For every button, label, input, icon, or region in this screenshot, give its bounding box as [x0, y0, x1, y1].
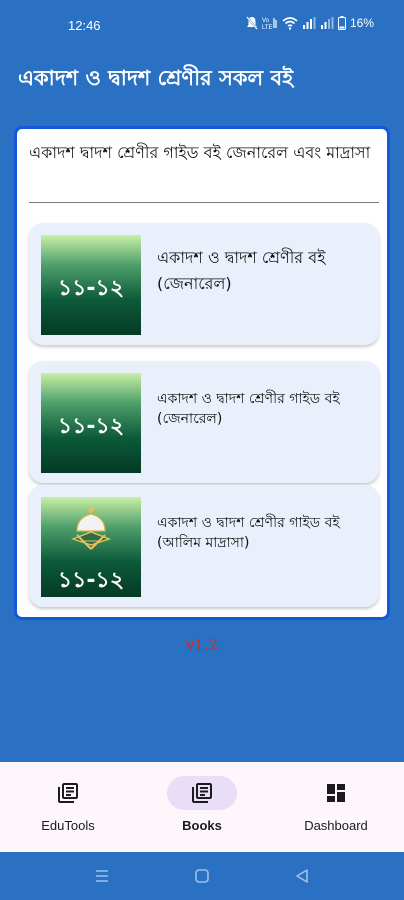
nav-label: Dashboard — [304, 818, 368, 833]
book-item-general-guides[interactable]: ১১-১২ একাদশ ও দ্বাদশ শ্রেণীর গাইড বই (জে… — [29, 361, 379, 483]
book-title-line1: একাদশ ও দ্বাদশ শ্রেণীর বই — [157, 248, 326, 267]
card-heading: একাদশ দ্বাদশ শ্রেণীর গাইড বই জেনারেল এবং… — [29, 143, 371, 162]
svg-text:LTE: LTE — [262, 25, 273, 30]
book-item-alim-madrasa-guides[interactable]: ১১-১২ একাদশ ও দ্বাদশ শ্রেণীর গাইড বই (আল… — [29, 485, 379, 607]
home-icon[interactable] — [192, 866, 212, 886]
divider — [29, 202, 379, 203]
status-bar: 12:46 Vo LTE 16% — [0, 0, 404, 52]
bottom-navigation: EduTools Books Dashboard — [0, 762, 404, 852]
signal-icon — [302, 16, 316, 30]
book-title-line2: (আলিম মাদ্রাসা) — [157, 535, 250, 551]
book-title: একাদশ ও দ্বাদশ শ্রেণীর গাইড বই (জেনারেল) — [157, 389, 367, 429]
book-title-line1: একাদশ ও দ্বাদশ শ্রেণীর গাইড বই — [157, 515, 340, 531]
thumbnail-label: ১১-১২ — [57, 276, 125, 301]
nav-item-edutools[interactable]: EduTools — [8, 776, 128, 846]
book-title: একাদশ ও দ্বাদশ শ্রেণীর গাইড বই (আলিম মাদ… — [157, 513, 367, 553]
book-title-line2: (জেনারেল) — [157, 274, 232, 293]
back-icon[interactable] — [292, 866, 312, 886]
status-icons: Vo LTE 16% — [246, 16, 374, 30]
battery-percent: 16% — [349, 16, 374, 30]
wifi-icon — [282, 16, 298, 30]
system-navigation-bar — [0, 852, 404, 900]
nav-item-books[interactable]: Books — [142, 776, 262, 846]
status-time: 12:46 — [68, 18, 101, 33]
mute-icon — [246, 16, 258, 30]
recents-icon[interactable] — [92, 866, 112, 886]
battery-icon — [337, 16, 346, 30]
svg-text:Vo: Vo — [262, 18, 270, 24]
book-thumbnail: ১১-১২ — [41, 235, 141, 335]
data-icon: Vo LTE — [262, 16, 278, 30]
book-title-line1: একাদশ ও দ্বাদশ শ্রেণীর গাইড বই — [157, 391, 340, 407]
thumbnail-label: ১১-১২ — [57, 414, 125, 439]
app-bar: একাদশ ও দ্বাদশ শ্রেণীর সকল বই — [0, 52, 404, 112]
nav-label: Books — [182, 818, 222, 833]
nav-item-dashboard[interactable]: Dashboard — [276, 776, 396, 846]
version-label: v1.2 — [185, 636, 219, 654]
book-title-line2: (জেনারেল) — [157, 411, 223, 427]
book-thumbnail: ১১-১২ — [41, 373, 141, 473]
books-card: একাদশ দ্বাদশ শ্রেণীর গাইড বই জেনারেল এবং… — [14, 126, 390, 620]
book-thumbnail: ১১-১২ — [41, 497, 141, 597]
nav-label: EduTools — [41, 818, 95, 833]
book-title: একাদশ ও দ্বাদশ শ্রেণীর বই (জেনারেল) — [157, 245, 367, 297]
app-title: একাদশ ও দ্বাদশ শ্রেণীর সকল বই — [18, 66, 294, 90]
book-item-general-textbooks[interactable]: ১১-১২ একাদশ ও দ্বাদশ শ্রেণীর বই (জেনারেল… — [29, 223, 379, 345]
signal-icon-2 — [320, 16, 334, 30]
thumbnail-label: ১১-১২ — [57, 568, 125, 593]
